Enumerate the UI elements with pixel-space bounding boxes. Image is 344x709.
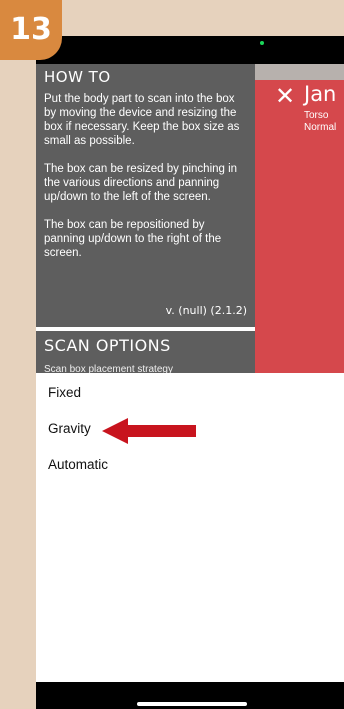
howto-title: HOW TO (44, 68, 111, 86)
scan-options-title: SCAN OPTIONS (44, 336, 171, 355)
scan-options-panel: SCAN OPTIONS Scan box placement strategy (36, 331, 255, 373)
highlight-arrow-icon (102, 418, 196, 444)
howto-paragraph-3: The box can be repositioned by panning u… (44, 219, 222, 259)
home-indicator[interactable] (137, 702, 247, 706)
patient-header: ✕ Jan Torso Normal (255, 64, 344, 373)
option-fixed[interactable]: Fixed (48, 385, 81, 400)
howto-paragraph-2: The box can be resized by pinching in th… (44, 163, 238, 203)
camera-preview-band (255, 64, 344, 80)
patient-name: Jan (304, 82, 337, 106)
patient-status: Normal (304, 122, 337, 133)
close-icon[interactable]: ✕ (275, 84, 295, 108)
option-gravity[interactable]: Gravity (48, 421, 91, 436)
step-number-badge: 13 (0, 0, 62, 60)
howto-panel: HOW TO Put the body part to scan into th… (36, 64, 255, 327)
patient-body-part: Torso (304, 110, 329, 121)
scan-options-subtitle: Scan box placement strategy (44, 364, 173, 373)
version-label: v. (null) (2.1.2) (165, 304, 247, 317)
howto-paragraph-1: Put the body part to scan into the box b… (44, 93, 240, 147)
option-automatic[interactable]: Automatic (48, 457, 108, 472)
placement-options-sheet: Fixed Gravity Automatic (36, 373, 344, 682)
camera-indicator-dot (260, 41, 264, 45)
phone-screen: HOW TO Put the body part to scan into th… (36, 36, 344, 709)
